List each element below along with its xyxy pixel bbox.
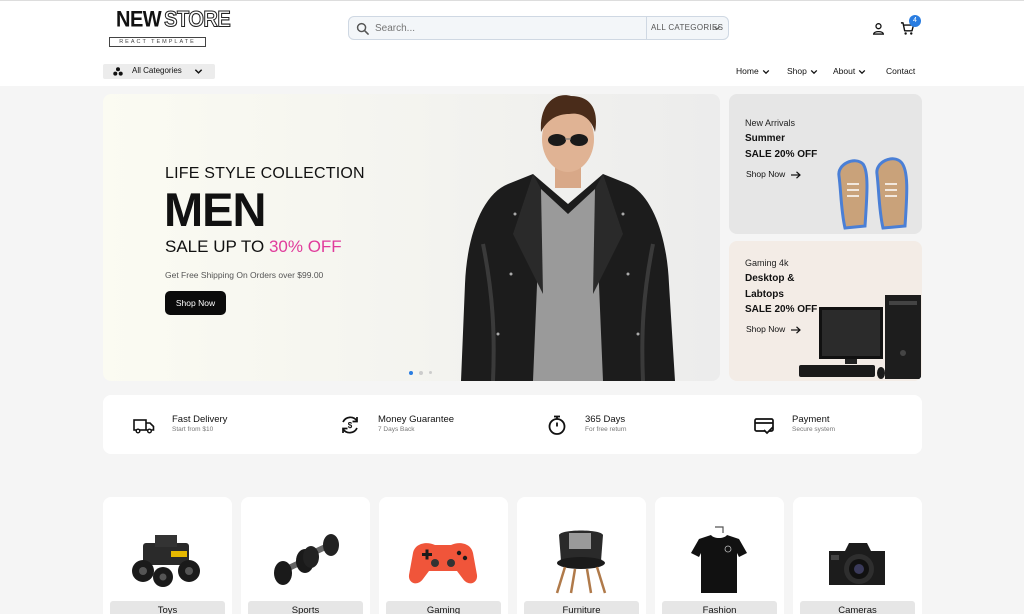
categories-icon — [113, 67, 123, 76]
stopwatch-icon — [548, 415, 566, 435]
dumbbell-icon — [274, 534, 339, 585]
hero-title: MEN — [164, 183, 266, 236]
hero-sale-accent: 30% OFF — [268, 237, 342, 256]
promo-shop-now-link[interactable]: Shop Now — [746, 169, 802, 179]
nav-about-label: About — [833, 66, 856, 76]
category-card-fashion[interactable]: Fashion — [655, 497, 784, 614]
user-icon[interactable] — [872, 22, 885, 35]
service-subtitle: Start from $10 — [172, 426, 214, 433]
service-title: Money Guarantee — [378, 414, 455, 425]
service-subtitle: 7 Days Back — [378, 426, 415, 433]
carousel-dot-1[interactable] — [409, 371, 413, 375]
nav-home[interactable]: Home — [736, 66, 770, 76]
camera-icon — [829, 543, 885, 585]
all-categories-label: All Categories — [132, 66, 182, 75]
credit-card-icon — [754, 418, 774, 435]
site-header: NEWSTORE REACT TEMPLATE ALL CATEGORIES 4… — [0, 0, 1024, 86]
sneakers-image — [837, 157, 909, 230]
brand-logo[interactable]: NEW STORE REACT TEMPLATE — [109, 7, 231, 49]
chair-icon — [555, 530, 607, 594]
category-card-furniture[interactable]: Furniture — [517, 497, 646, 614]
promo-shop-now-label: Shop Now — [746, 324, 786, 334]
gamepad-icon — [408, 543, 478, 584]
arrow-right-icon — [791, 171, 802, 179]
nav-about[interactable]: About — [833, 66, 866, 76]
services-bar: Fast Delivery Start from $10 $ Money Gua… — [103, 395, 922, 454]
service-365-days: 365 Days For free return — [546, 395, 746, 454]
promo-line-1: Summer — [745, 133, 786, 144]
logo-tagline: REACT TEMPLATE — [109, 37, 206, 47]
search-icon[interactable] — [356, 22, 369, 35]
logo-wordmark: NEW STORE — [116, 7, 232, 33]
chevron-down-icon — [858, 69, 866, 74]
chevron-down-icon[interactable] — [713, 24, 721, 32]
desktop-computer-image — [799, 295, 921, 379]
logo-word-new: NEW — [116, 7, 162, 33]
service-title: 365 Days — [585, 414, 626, 425]
promo-tag: Gaming 4k — [745, 258, 789, 268]
model-in-leather-jacket-image — [461, 95, 675, 381]
category-card-cameras[interactable]: Cameras — [793, 497, 922, 614]
cart-count-badge: 4 — [909, 15, 921, 27]
carousel-dot-2[interactable] — [419, 371, 423, 375]
promo-line-1: Desktop & — [745, 273, 795, 284]
truck-icon — [133, 419, 155, 434]
nav-home-label: Home — [736, 66, 759, 76]
promo-card-gaming[interactable]: Gaming 4k Desktop & Labtops SALE 20% OFF… — [729, 241, 922, 381]
hero-banner: LIFE STYLE COLLECTION MEN SALE UP TO 30%… — [103, 94, 720, 381]
search-divider — [646, 17, 647, 39]
money-back-icon: $ — [342, 416, 358, 434]
logo-word-store: STORE — [164, 7, 232, 33]
svg-text:$: $ — [348, 421, 353, 430]
nav-contact-label: Contact — [886, 66, 916, 76]
promo-shop-now-link[interactable]: Shop Now — [746, 324, 802, 334]
promo-tag: New Arrivals — [745, 118, 796, 128]
search-bar: ALL CATEGORIES — [348, 16, 729, 40]
hero-shipping-note: Get Free Shipping On Orders over $99.00 — [165, 270, 324, 280]
hero-shop-now-button[interactable]: Shop Now — [165, 291, 226, 315]
service-title: Fast Delivery — [172, 414, 228, 425]
category-card-sports[interactable]: Sports — [241, 497, 370, 614]
chevron-down-icon — [762, 69, 769, 74]
search-input[interactable] — [375, 20, 643, 37]
promo-line-2: SALE 20% OFF — [745, 149, 818, 160]
category-card-toys[interactable]: Toys — [103, 497, 232, 614]
promo-shop-now-label: Shop Now — [746, 169, 786, 179]
chevron-down-icon — [194, 69, 203, 74]
service-money-guarantee: $ Money Guarantee 7 Days Back — [339, 395, 539, 454]
hero-sale-prefix: SALE UP TO — [165, 237, 269, 256]
service-subtitle: For free return — [585, 426, 627, 433]
all-categories-dropdown[interactable]: All Categories — [103, 64, 215, 79]
tshirt-icon — [691, 526, 747, 593]
promo-line-2: Labtops — [745, 289, 784, 300]
category-card-gaming[interactable]: Gaming — [379, 497, 508, 614]
service-title: Payment — [792, 414, 830, 425]
hero-subtitle: LIFE STYLE COLLECTION — [165, 165, 365, 182]
category-label: Sports — [248, 601, 363, 614]
category-label: Fashion — [662, 601, 777, 614]
nav-shop[interactable]: Shop — [787, 66, 818, 76]
nav-contact[interactable]: Contact — [886, 66, 915, 76]
carousel-dot-3[interactable] — [429, 371, 432, 374]
category-label: Cameras — [800, 601, 915, 614]
chevron-down-icon — [810, 69, 818, 74]
toy-car-icon — [132, 535, 200, 587]
service-subtitle: Secure system — [792, 426, 835, 433]
service-payment: Payment Secure system — [753, 395, 913, 454]
promo-card-summer[interactable]: New Arrivals Summer SALE 20% OFF Shop No… — [729, 94, 922, 234]
category-label: Gaming — [386, 601, 501, 614]
service-fast-delivery: Fast Delivery Start from $10 — [133, 395, 333, 454]
nav-shop-label: Shop — [787, 66, 807, 76]
category-label: Furniture — [524, 601, 639, 614]
category-label: Toys — [110, 601, 225, 614]
hero-sale-text: SALE UP TO 30% OFF — [165, 237, 342, 257]
